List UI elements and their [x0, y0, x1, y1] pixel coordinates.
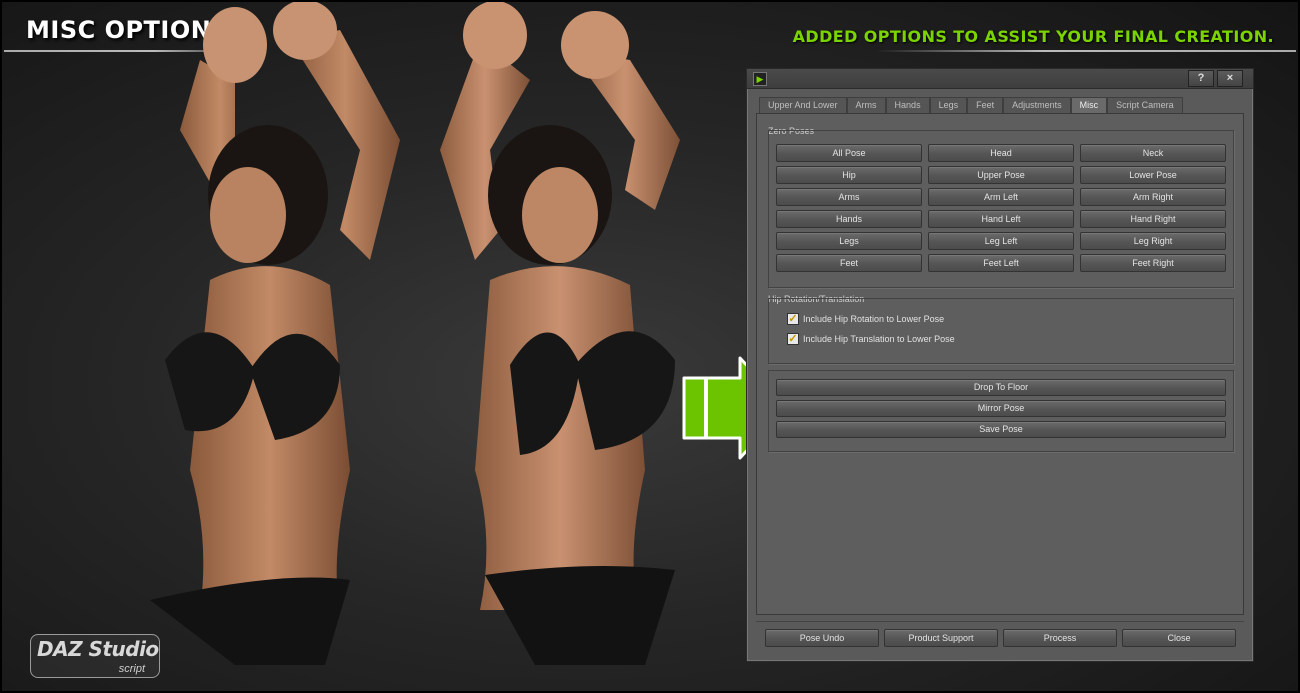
zero-head-button[interactable]: Head — [928, 144, 1074, 162]
model-figure-right — [420, 0, 720, 693]
pose-undo-button[interactable]: Pose Undo — [765, 629, 879, 647]
hip-rotation-checkbox[interactable]: ✓ — [787, 313, 799, 325]
zero-legs-button[interactable]: Legs — [776, 232, 922, 250]
zero-all-pose-button[interactable]: All Pose — [776, 144, 922, 162]
daz-studio-logo: DAZ Studio script — [30, 634, 160, 678]
zero-hands-button[interactable]: Hands — [776, 210, 922, 228]
drop-to-floor-button[interactable]: Drop To Floor — [776, 379, 1226, 396]
tab-misc[interactable]: Misc — [1070, 97, 1108, 113]
close-button[interactable]: Close — [1122, 629, 1236, 647]
zero-arm-right-button[interactable]: Arm Right — [1080, 188, 1226, 206]
footer-divider — [756, 621, 1244, 622]
save-pose-button[interactable]: Save Pose — [776, 421, 1226, 438]
hip-translation-label: Include Hip Translation to Lower Pose — [803, 334, 955, 344]
mirror-pose-button[interactable]: Mirror Pose — [776, 400, 1226, 417]
dialog-titlebar[interactable]: ▶ ? × — [747, 69, 1253, 89]
zero-leg-left-button[interactable]: Leg Left — [928, 232, 1074, 250]
product-support-button[interactable]: Product Support — [884, 629, 998, 647]
zero-hand-left-button[interactable]: Hand Left — [928, 210, 1074, 228]
zero-feet-button[interactable]: Feet — [776, 254, 922, 272]
help-button[interactable]: ? — [1188, 70, 1214, 87]
zero-feet-left-button[interactable]: Feet Left — [928, 254, 1074, 272]
app-icon: ▶ — [753, 72, 767, 86]
zero-leg-right-button[interactable]: Leg Right — [1080, 232, 1226, 250]
hip-translation-checkbox[interactable]: ✓ — [787, 333, 799, 345]
tab-bar: Upper And Lower Arms Hands Legs Feet Adj… — [759, 97, 1183, 113]
hip-rotation-label: Include Hip Rotation to Lower Pose — [803, 314, 945, 324]
tab-legs[interactable]: Legs — [929, 97, 968, 113]
model-figure-left — [140, 0, 430, 693]
misc-tab-panel: Zero Poses All Pose Head Neck Hip Upper … — [756, 113, 1244, 615]
tab-arms[interactable]: Arms — [846, 97, 886, 113]
title-underline-right — [876, 50, 1296, 52]
tab-upper-and-lower[interactable]: Upper And Lower — [759, 97, 847, 113]
process-button[interactable]: Process — [1003, 629, 1117, 647]
hip-group — [768, 298, 1234, 364]
zero-lower-pose-button[interactable]: Lower Pose — [1080, 166, 1226, 184]
tab-adjustments[interactable]: Adjustments — [1003, 97, 1071, 113]
logo-brand: DAZ Studio — [37, 637, 159, 661]
zero-feet-right-button[interactable]: Feet Right — [1080, 254, 1226, 272]
hip-rotation-option[interactable]: ✓ Include Hip Rotation to Lower Pose — [787, 312, 944, 326]
actions-group: Drop To Floor Mirror Pose Save Pose — [768, 370, 1234, 452]
zero-neck-button[interactable]: Neck — [1080, 144, 1226, 162]
tab-feet[interactable]: Feet — [967, 97, 1004, 113]
zero-hip-button[interactable]: Hip — [776, 166, 922, 184]
hip-translation-option[interactable]: ✓ Include Hip Translation to Lower Pose — [787, 332, 955, 346]
tab-hands[interactable]: Hands — [885, 97, 930, 113]
window-close-button[interactable]: × — [1217, 70, 1243, 87]
page-tagline: ADDED OPTIONS TO ASSIST YOUR FINAL CREAT… — [792, 27, 1274, 46]
tab-script-camera[interactable]: Script Camera — [1107, 97, 1183, 113]
zero-arms-button[interactable]: Arms — [776, 188, 922, 206]
logo-sub: script — [118, 663, 145, 675]
script-dialog: ▶ ? × Upper And Lower Arms Hands Legs Fe… — [746, 68, 1254, 662]
zero-poses-group: All Pose Head Neck Hip Upper Pose Lower … — [768, 130, 1234, 288]
zero-arm-left-button[interactable]: Arm Left — [928, 188, 1074, 206]
zero-upper-pose-button[interactable]: Upper Pose — [928, 166, 1074, 184]
zero-hand-right-button[interactable]: Hand Right — [1080, 210, 1226, 228]
